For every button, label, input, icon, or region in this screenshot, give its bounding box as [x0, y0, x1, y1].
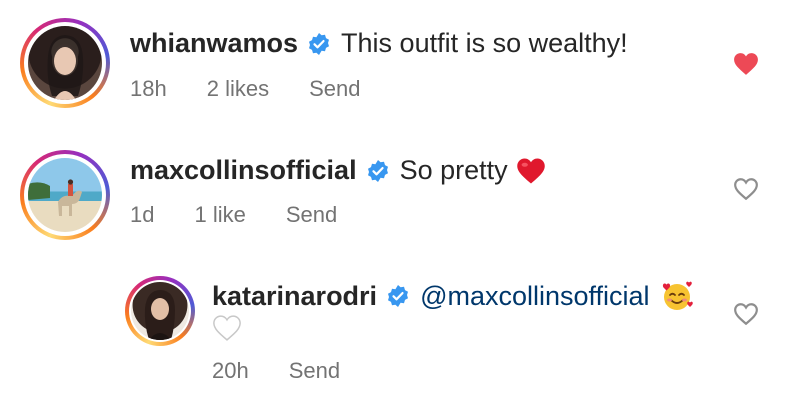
send-button[interactable]: Send	[289, 358, 340, 384]
username[interactable]: katarinarodri	[212, 281, 377, 312]
avatar-image	[28, 158, 102, 232]
comment-time: 20h	[212, 358, 249, 383]
send-button[interactable]: Send	[286, 202, 337, 228]
avatar-image	[28, 26, 102, 100]
comment-time: 18h	[130, 76, 167, 101]
like-heart-outline-icon[interactable]	[733, 177, 759, 201]
comment-item: maxcollinsofficial So pretty 1d 1 like S…	[0, 135, 800, 260]
beach-horse-icon	[28, 179, 82, 216]
avatar[interactable]	[20, 18, 110, 108]
comment-text: This outfit is so wealthy!	[341, 28, 628, 58]
avatar[interactable]	[125, 276, 195, 346]
likes-count[interactable]: 2 likes	[207, 76, 269, 102]
comment-text: So pretty	[399, 155, 508, 185]
comment-text-line2	[212, 314, 242, 347]
avatar[interactable]	[20, 150, 110, 240]
send-button[interactable]: Send	[309, 76, 360, 102]
comment-item: whianwamos This outfit is so wealthy! 18…	[0, 0, 800, 135]
avatar-image	[131, 282, 189, 340]
username[interactable]: maxcollinsofficial	[130, 155, 357, 186]
verified-badge-icon	[367, 159, 388, 182]
username[interactable]: whianwamos	[130, 28, 298, 59]
mention-link[interactable]: @maxcollinsofficial	[420, 281, 650, 312]
person-silhouette-icon	[47, 35, 84, 100]
like-heart-outline-icon[interactable]	[733, 302, 759, 326]
red-heart-emoji-icon	[516, 158, 545, 183]
reply-item: katarinarodri @maxcollinsofficial 20h Se…	[0, 260, 800, 412]
white-heart-emoji-icon	[213, 315, 241, 341]
verified-badge-icon	[388, 285, 409, 307]
verified-badge-icon	[309, 32, 330, 55]
person-silhouette-icon	[144, 290, 175, 340]
like-heart-filled-icon[interactable]	[733, 52, 759, 76]
comment-time: 1d	[130, 202, 155, 227]
likes-count[interactable]: 1 like	[194, 202, 245, 228]
smiling-face-with-hearts-emoji-icon	[662, 281, 693, 310]
